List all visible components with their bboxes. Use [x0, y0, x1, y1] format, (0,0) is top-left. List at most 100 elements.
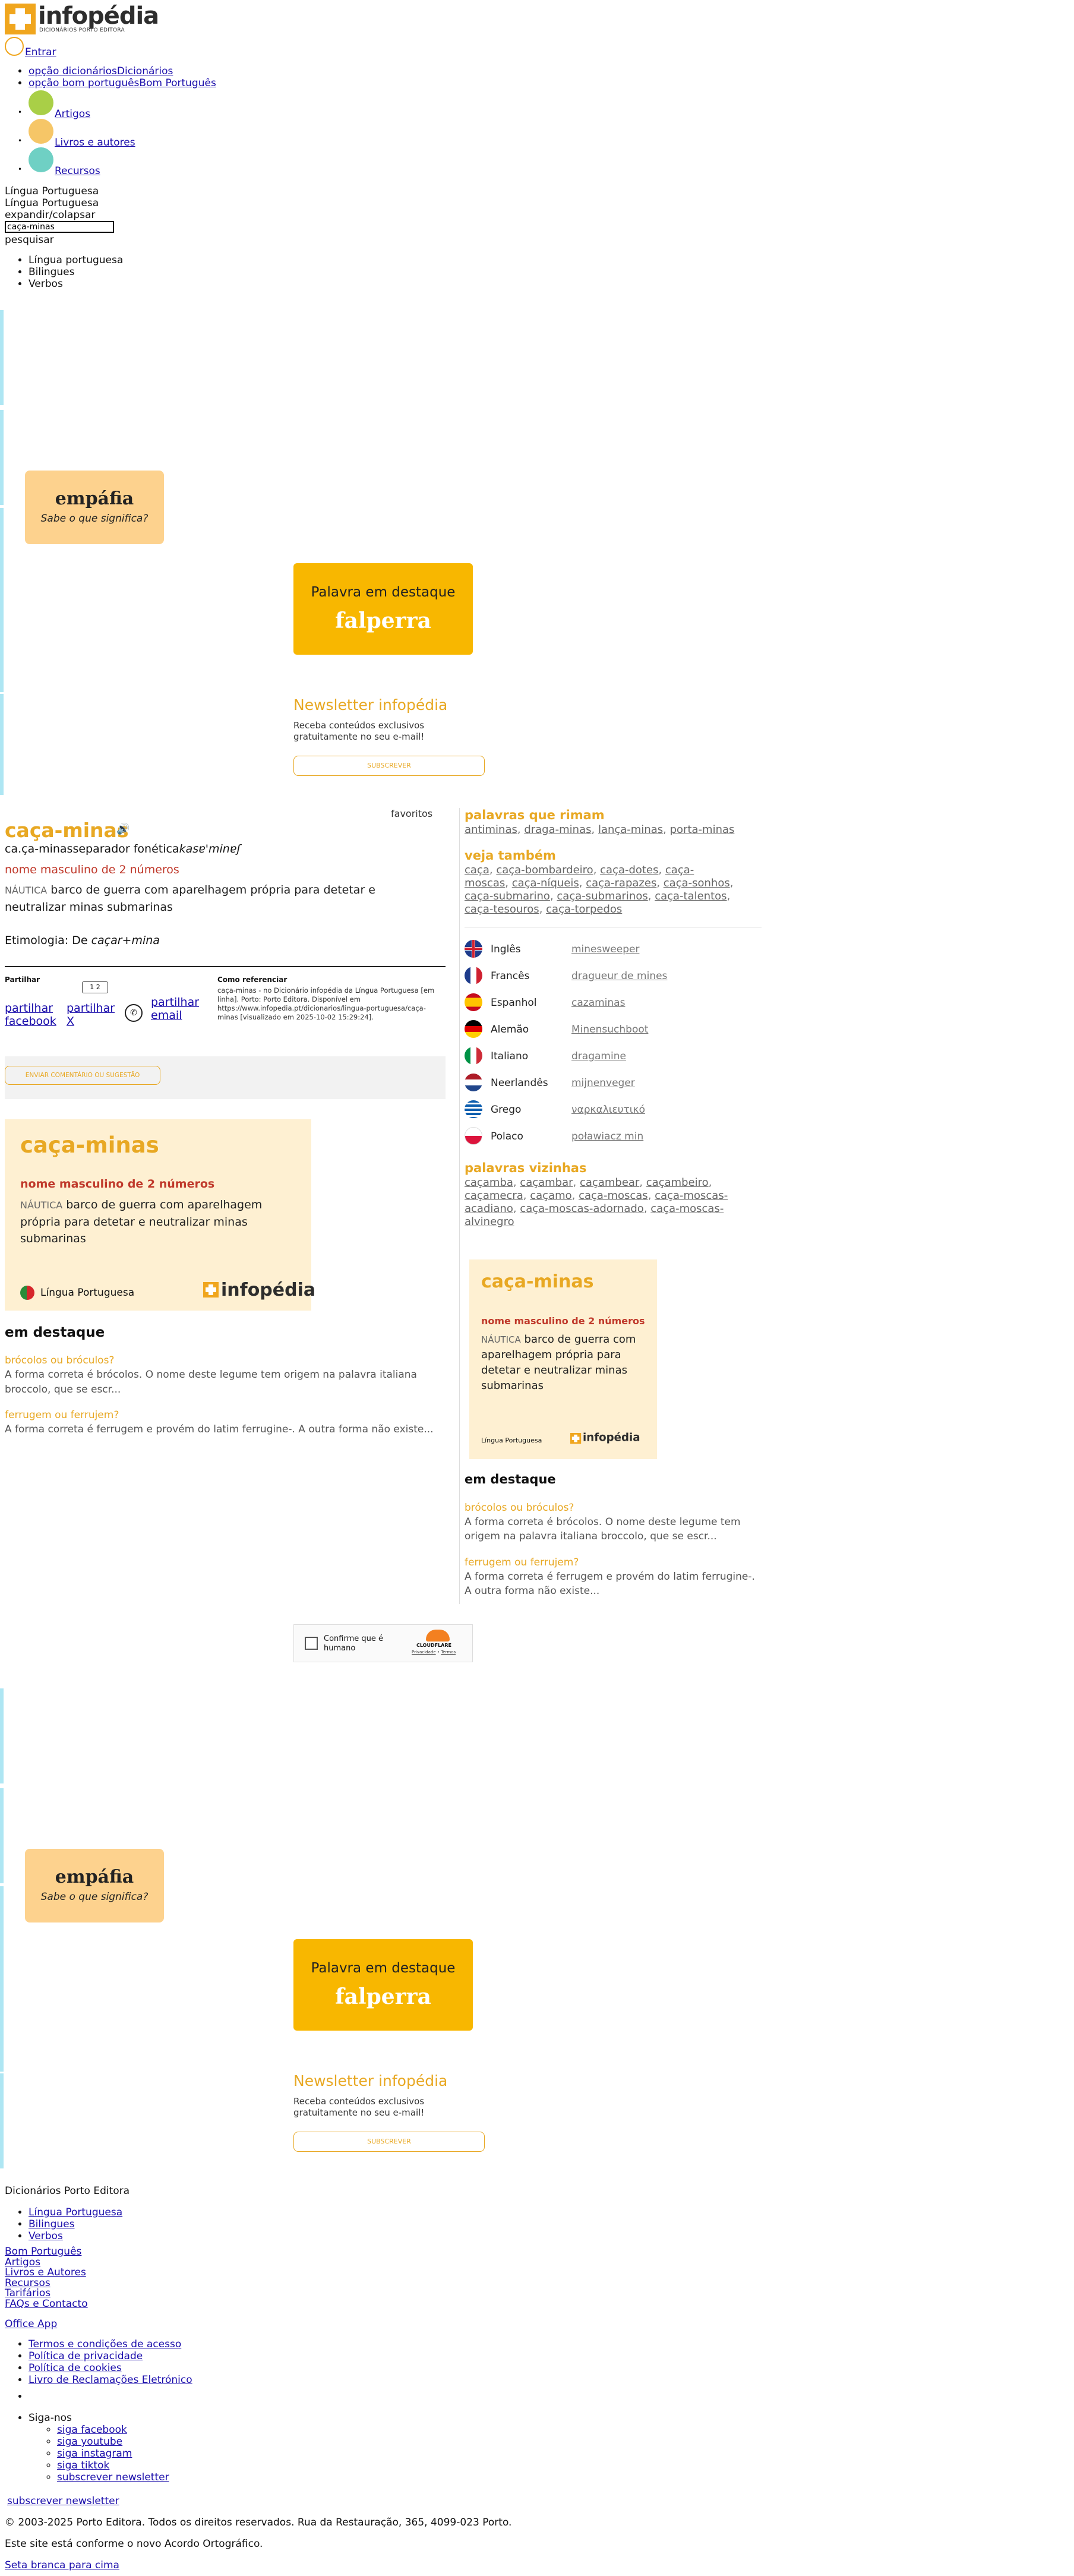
- translation-word[interactable]: cazaminas: [571, 997, 625, 1009]
- neighbor-link[interactable]: caça-moscas-adornado: [520, 1202, 644, 1215]
- related-link[interactable]: caça-talentos: [655, 890, 726, 902]
- footer-link[interactable]: FAQs e Contacto: [5, 2298, 88, 2310]
- palavra-destaque-card[interactable]: Palavra em destaque falperra: [293, 563, 473, 655]
- footer-social: Siga-nos siga facebook siga youtube siga…: [0, 2412, 169, 2483]
- footer-link[interactable]: Bilingues: [29, 2218, 75, 2230]
- related-link[interactable]: caça-submarino: [465, 890, 550, 902]
- neighbor-link[interactable]: caça-moscas: [579, 1189, 648, 1202]
- dictionary-selector-label: Língua Portuguesa: [5, 197, 99, 209]
- empafia-subtitle: Sabe o que significa?: [40, 513, 149, 525]
- card-logo-text: infopédia: [221, 1280, 316, 1300]
- translation-row: Italiano dragamine: [465, 1047, 750, 1067]
- translation-word[interactable]: dragueur de mines: [571, 970, 667, 982]
- sidebar-share-card: caça-minas nome masculino de 2 números N…: [469, 1259, 657, 1459]
- office-app-link[interactable]: Office App: [5, 2318, 57, 2330]
- nav-bom-portugues[interactable]: opção bom portuguêsBom Português: [29, 77, 216, 89]
- footer-legal-link[interactable]: Política de cookies: [29, 2362, 122, 2374]
- destaque-item-title[interactable]: brócolos ou bróculos?: [465, 1502, 574, 1514]
- decorative-strip: [0, 1886, 4, 1981]
- related-link[interactable]: caça-sonhos: [664, 877, 730, 889]
- back-to-top-icon[interactable]: Seta branca para cima: [5, 2559, 119, 2571]
- bom-portugues-option-icon: opção bom português: [29, 77, 140, 89]
- related-link[interactable]: caça-níqueis: [512, 877, 579, 889]
- expand-collapse-icon[interactable]: expandir/colapsar: [5, 209, 95, 221]
- rhyme-link[interactable]: antiminas: [465, 823, 517, 836]
- related-link[interactable]: caça-rapazes: [586, 877, 656, 889]
- footer-subscribe-link[interactable]: subscrever newsletter: [57, 2471, 169, 2483]
- destaque-item-title[interactable]: brócolos ou bróculos?: [5, 1355, 114, 1366]
- neighbor-link[interactable]: caçambear: [580, 1176, 639, 1189]
- related-link[interactable]: caça-tesouros: [465, 903, 539, 916]
- captcha-terms-link[interactable]: Termos: [441, 1650, 456, 1655]
- rhyme-link[interactable]: draga-minas: [524, 823, 591, 836]
- related-link[interactable]: caça-submarinos: [557, 890, 647, 902]
- card-domain: NÁUTICA: [20, 1199, 63, 1211]
- rhyme-link[interactable]: lança-minas: [598, 823, 663, 836]
- related-link[interactable]: caça-torpedos: [546, 903, 622, 916]
- related-link[interactable]: caça: [465, 864, 489, 876]
- search-icon[interactable]: pesquisar: [5, 234, 54, 246]
- translation-word[interactable]: poławiacz min: [571, 1131, 643, 1142]
- translation-word[interactable]: minesweeper: [571, 943, 639, 955]
- logo-text[interactable]: infopédia: [38, 2, 159, 30]
- decorative-strip: [0, 2073, 4, 2168]
- logo-icon[interactable]: [5, 4, 36, 34]
- captcha-privacy-link[interactable]: Privacidade: [412, 1650, 436, 1655]
- translation-word[interactable]: Minensuchboot: [571, 1024, 648, 1036]
- newsletter-subscribe-button[interactable]: SUBSCREVER: [293, 2132, 485, 2152]
- nav-dicionarios[interactable]: opção dicionáriosDicionários: [29, 65, 173, 77]
- destaque-item-title[interactable]: ferrugem ou ferrujem?: [5, 1409, 119, 1421]
- nav-artigos[interactable]: Artigos: [55, 108, 90, 120]
- youtube-icon[interactable]: siga youtube: [57, 2436, 122, 2448]
- related-link[interactable]: caça-bombardeiro: [496, 864, 593, 876]
- share-x-link[interactable]: partilhar X: [67, 1002, 115, 1028]
- empafia-card[interactable]: empáfia Sabe o que significa?: [25, 1849, 164, 1922]
- empafia-card[interactable]: empáfia Sabe o que significa?: [25, 471, 164, 544]
- captcha-label: Confirme que é humano: [324, 1634, 383, 1653]
- option-lingua-portuguesa[interactable]: Língua portuguesa: [29, 254, 123, 266]
- dictionary-selector[interactable]: Língua Portuguesa: [5, 185, 99, 197]
- palavra-destaque-card[interactable]: Palavra em destaque falperra: [293, 1939, 473, 2031]
- send-comment-button[interactable]: ENVIAR COMENTÁRIO OU SUGESTÃO: [5, 1066, 160, 1085]
- footer-legal-link[interactable]: Política de privacidade: [29, 2350, 143, 2362]
- footer-dictionaries: Língua Portuguesa Bilingues Verbos: [0, 2206, 122, 2242]
- instagram-icon[interactable]: siga instagram: [57, 2448, 132, 2460]
- translation-word[interactable]: mijnenveger: [571, 1077, 635, 1089]
- destaque-item-title[interactable]: ferrugem ou ferrujem?: [465, 1557, 579, 1568]
- share-email-link[interactable]: partilhar email: [151, 996, 204, 1022]
- newsletter-subscribe-button[interactable]: SUBSCREVER: [293, 756, 485, 776]
- footer-link[interactable]: Verbos: [29, 2230, 63, 2242]
- tiktok-icon[interactable]: siga tiktok: [57, 2460, 109, 2471]
- share-facebook-link[interactable]: partilhar facebook: [5, 1002, 64, 1028]
- neighbor-link[interactable]: caçambeiro: [646, 1176, 709, 1189]
- login-icon[interactable]: [5, 37, 24, 56]
- footer-legal-link[interactable]: Livro de Reclamações Eletrónico: [29, 2374, 192, 2386]
- phonetic-separator-icon: separador fonética: [72, 842, 179, 855]
- germany-flag-icon: [465, 1020, 482, 1038]
- footer-links: Bom Português Artigos Livros e Autores R…: [5, 2246, 88, 2310]
- favorites-icon[interactable]: favoritos: [391, 808, 432, 819]
- card-logo-icon: [203, 1282, 219, 1298]
- neighbor-link[interactable]: caçamo: [530, 1189, 571, 1202]
- neighbor-link[interactable]: caçamba: [465, 1176, 513, 1189]
- option-bilingues[interactable]: Bilingues: [29, 266, 123, 278]
- subscribe-newsletter-link[interactable]: subscrever newsletter: [7, 2495, 119, 2507]
- footer-legal-link[interactable]: Termos e condições de acesso: [29, 2338, 181, 2350]
- search-input[interactable]: [5, 221, 114, 233]
- translation-word[interactable]: dragamine: [571, 1050, 626, 1062]
- neighbor-link[interactable]: caçamecra: [465, 1189, 523, 1202]
- footer-link[interactable]: Língua Portuguesa: [29, 2206, 122, 2218]
- option-verbos[interactable]: Verbos: [29, 278, 123, 290]
- nav-livros-autores[interactable]: Livros e autores: [55, 137, 135, 149]
- rhyme-link[interactable]: porta-minas: [670, 823, 735, 836]
- facebook-icon[interactable]: siga facebook: [57, 2424, 127, 2436]
- translation-word[interactable]: ναρκαλιευτικό: [571, 1104, 645, 1116]
- destaque-item-text: A forma correta é ferrugem e provém do l…: [465, 1571, 755, 1597]
- neighbor-link[interactable]: caçambar: [520, 1176, 573, 1189]
- speaker-icon[interactable]: 🔊: [116, 823, 129, 835]
- related-link[interactable]: caça-dotes: [600, 864, 658, 876]
- nav-recursos[interactable]: Recursos: [55, 165, 100, 177]
- whatsapp-icon[interactable]: ✆: [125, 1004, 143, 1022]
- login-link[interactable]: Entrar: [25, 46, 56, 58]
- captcha-checkbox[interactable]: [305, 1637, 318, 1650]
